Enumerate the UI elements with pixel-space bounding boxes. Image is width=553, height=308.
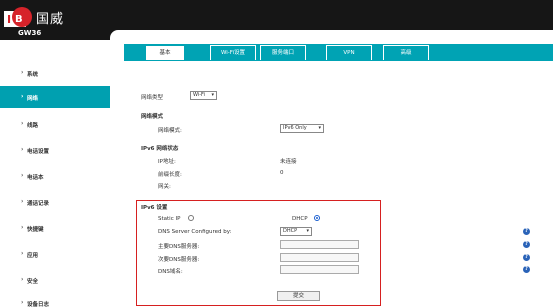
sidebar-item-label: 设备日志	[27, 302, 50, 308]
secondary-dns-label: 次要DNS服务器:	[158, 257, 200, 263]
network-type-label: 网络类型	[141, 95, 164, 101]
ip-address-value: 未连接	[280, 159, 297, 165]
sidebar-item-label: 通话记录	[27, 201, 50, 207]
primary-dns-label: 主要DNS服务器:	[158, 244, 200, 250]
tab-advanced[interactable]: 高级	[383, 45, 429, 60]
svg-text:B: B	[15, 14, 23, 25]
tab-vpn[interactable]: VPN	[326, 45, 372, 60]
primary-dns-input[interactable]	[280, 240, 359, 249]
prefix-length-label: 前缀长度:	[158, 172, 182, 178]
dns-configured-value: DHCP	[283, 228, 298, 234]
device-model: GW36	[18, 29, 42, 37]
sidebar-item-label: 系统	[27, 72, 39, 78]
sidebar-item-network[interactable]: › 网络	[0, 86, 110, 108]
help-icon[interactable]: ?	[523, 228, 530, 235]
ipv6-settings-title: IPv6 设置	[141, 205, 168, 211]
chevron-down-icon: ▾	[318, 125, 321, 131]
dns-domain-label: DNS域名:	[158, 269, 183, 275]
brand-name: 国威	[36, 12, 65, 27]
chevron-right-icon: ›	[21, 93, 24, 100]
help-icon[interactable]: ?	[523, 254, 530, 261]
sidebar-item-device-log[interactable]: › 设备日志	[0, 292, 110, 308]
tab-bar: 基本 Wi-Fi设置 服务端口 VPN 高级	[124, 44, 553, 61]
svg-text:I: I	[7, 13, 11, 26]
network-type-value: Wi-Fi	[193, 92, 205, 98]
sidebar-item-label: 电话设置	[27, 149, 50, 155]
network-mode-select[interactable]: IPv6 Only ▾	[280, 124, 324, 133]
chevron-down-icon: ▾	[211, 92, 214, 98]
static-ip-label: Static IP	[158, 216, 181, 222]
sidebar-item-call-log[interactable]: › 通话记录	[0, 191, 110, 213]
prefix-length-value: 0	[280, 170, 284, 176]
dns-configured-select[interactable]: DHCP ▾	[280, 227, 312, 236]
brand-logo: I B 国威 GW36	[4, 6, 80, 40]
sidebar-item-label: 线路	[27, 123, 39, 129]
sidebar-item-system[interactable]: › 系统	[0, 62, 110, 84]
sidebar-item-line[interactable]: › 线路	[0, 113, 110, 135]
sidebar-item-label: 快捷键	[27, 227, 44, 233]
submit-button[interactable]: 提交	[277, 291, 320, 301]
chevron-down-icon: ▾	[306, 228, 309, 234]
chevron-right-icon: ›	[21, 146, 24, 153]
chevron-right-icon: ›	[21, 69, 24, 76]
brand-logo-icon: I B	[4, 7, 32, 27]
sidebar-item-label: 应用	[27, 253, 39, 259]
help-icon[interactable]: ?	[523, 266, 530, 273]
tab-basic[interactable]: 基本	[145, 45, 185, 60]
secondary-dns-input[interactable]	[280, 253, 359, 262]
network-mode-label: 网络模式:	[158, 128, 182, 134]
ipv6-status-title: IPv6 网络状态	[141, 146, 179, 152]
sidebar-item-security[interactable]: › 安全	[0, 269, 110, 291]
sidebar-item-label: 电话本	[27, 175, 44, 181]
dns-domain-input[interactable]	[280, 265, 359, 274]
ip-address-label: IP地址:	[158, 159, 176, 165]
sidebar-item-dsskey[interactable]: › 快捷键	[0, 217, 110, 239]
help-icon[interactable]: ?	[523, 241, 530, 248]
network-type-select[interactable]: Wi-Fi ▾	[190, 91, 217, 100]
sidebar-item-label: 网络	[27, 96, 39, 102]
chevron-right-icon: ›	[21, 198, 24, 205]
chevron-right-icon: ›	[21, 120, 24, 127]
tab-wifi-settings[interactable]: Wi-Fi设置	[210, 45, 256, 60]
sidebar-item-label: 安全	[27, 279, 39, 285]
sidebar: › 系统 › 网络 › 线路 › 电话设置 › 电话本 › 通话记录 › 快捷键…	[0, 40, 110, 308]
network-mode-value: IPv6 Only	[283, 125, 307, 131]
sidebar-item-apps[interactable]: › 应用	[0, 243, 110, 265]
sidebar-item-phonebook[interactable]: › 电话本	[0, 165, 110, 187]
chevron-right-icon: ›	[21, 172, 24, 179]
static-ip-radio[interactable]	[188, 215, 194, 221]
tab-service-port[interactable]: 服务端口	[260, 45, 306, 60]
chevron-right-icon: ›	[21, 276, 24, 283]
dns-configured-label: DNS Server Configured by:	[158, 229, 232, 235]
network-mode-title: 网络模式	[141, 114, 164, 120]
chevron-right-icon: ›	[21, 250, 24, 257]
chevron-right-icon: ›	[21, 224, 24, 231]
dhcp-label: DHCP	[292, 216, 308, 222]
sidebar-item-phone-settings[interactable]: › 电话设置	[0, 139, 110, 161]
gateway-label: 网关:	[158, 184, 171, 190]
dhcp-radio[interactable]	[314, 215, 320, 221]
chevron-right-icon: ›	[21, 299, 24, 306]
